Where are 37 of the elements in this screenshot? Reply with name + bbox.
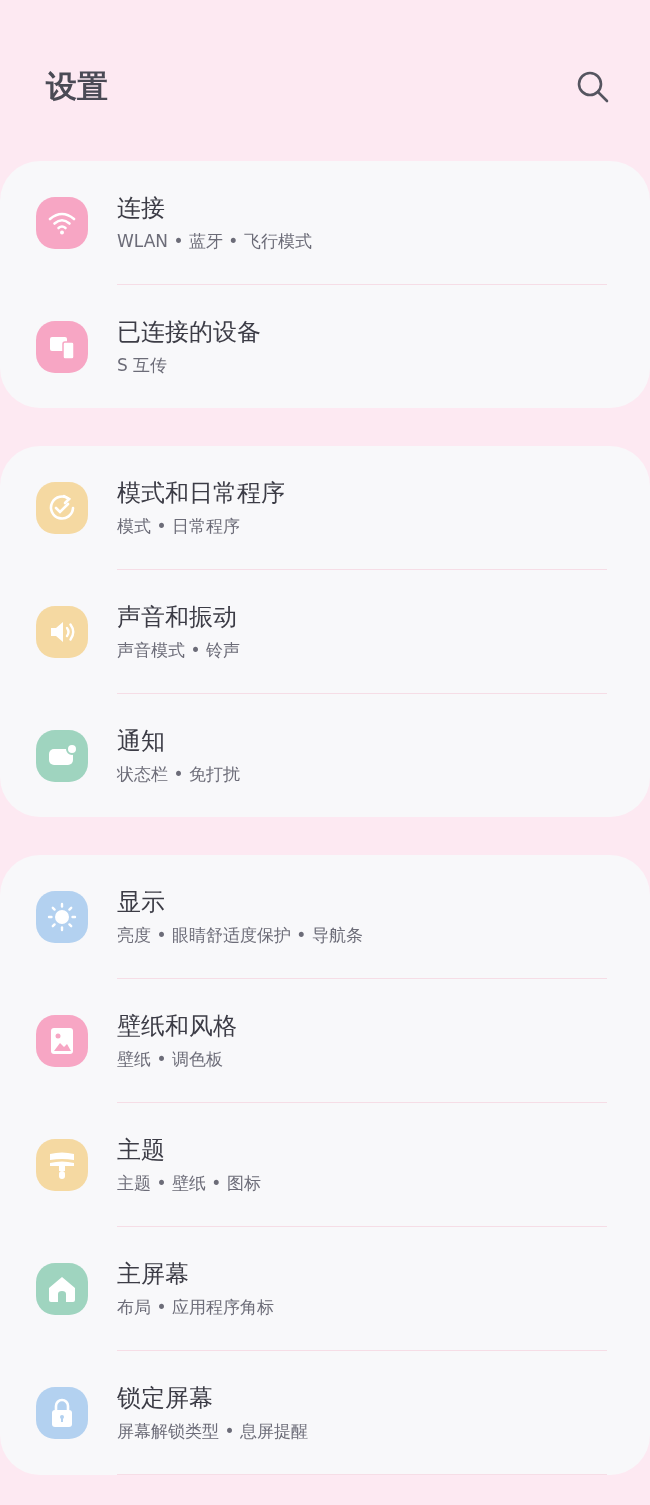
settings-item[interactable]: 模式和日常程序 模式 • 日常程序 xyxy=(0,446,650,569)
lock-icon xyxy=(49,1396,75,1429)
item-title: 声音和振动 xyxy=(117,602,238,633)
item-title: 显示 xyxy=(117,887,166,918)
item-subtitle: 状态栏 • 免打扰 xyxy=(117,763,240,786)
settings-item[interactable]: 连接 WLAN • 蓝牙 • 飞行模式 xyxy=(0,161,650,284)
settings-item[interactable]: 通知 状态栏 • 免打扰 xyxy=(0,694,650,817)
item-title: 模式和日常程序 xyxy=(117,478,285,509)
item-title: 通知 xyxy=(117,726,166,757)
item-title: 主屏幕 xyxy=(117,1259,190,1290)
item-title: 锁定屏幕 xyxy=(117,1383,214,1414)
item-subtitle: 主题 • 壁纸 • 图标 xyxy=(117,1172,261,1195)
settings-item[interactable]: 锁定屏幕 屏幕解锁类型 • 息屏提醒 xyxy=(0,1351,650,1474)
item-subtitle: S 互传 xyxy=(117,354,169,377)
settings-item[interactable]: 声音和振动 声音模式 • 铃声 xyxy=(0,570,650,693)
item-title: 壁纸和风格 xyxy=(117,1011,237,1042)
item-subtitle: WLAN • 蓝牙 • 飞行模式 xyxy=(117,230,312,253)
settings-item[interactable]: 主屏幕 布局 • 应用程序角标 xyxy=(0,1227,650,1350)
item-subtitle: 模式 • 日常程序 xyxy=(117,515,241,538)
item-subtitle: 壁纸 • 调色板 xyxy=(117,1048,224,1071)
item-subtitle: 屏幕解锁类型 • 息屏提醒 xyxy=(117,1420,308,1443)
item-title: 连接 xyxy=(117,193,166,224)
image-icon xyxy=(49,1025,75,1056)
home-icon xyxy=(47,1274,77,1303)
item-title: 已连接的设备 xyxy=(117,317,261,348)
page-title: 设置 xyxy=(46,67,108,106)
sun-icon xyxy=(46,900,78,933)
search-icon[interactable] xyxy=(576,70,610,104)
item-title: 主题 xyxy=(117,1135,166,1166)
settings-item[interactable]: 主题 主题 • 壁纸 • 图标 xyxy=(0,1103,650,1226)
item-subtitle: 声音模式 • 铃声 xyxy=(117,639,240,662)
settings-item[interactable]: 显示 亮度 • 眼睛舒适度保护 • 导航条 xyxy=(0,855,650,978)
item-subtitle: 亮度 • 眼睛舒适度保护 • 导航条 xyxy=(117,924,363,947)
refresh-check-icon xyxy=(47,492,77,523)
item-subtitle: 布局 • 应用程序角标 xyxy=(117,1296,274,1319)
settings-item[interactable]: 已连接的设备 S 互传 xyxy=(0,285,650,408)
settings-item[interactable]: 壁纸和风格 壁纸 • 调色板 xyxy=(0,979,650,1102)
